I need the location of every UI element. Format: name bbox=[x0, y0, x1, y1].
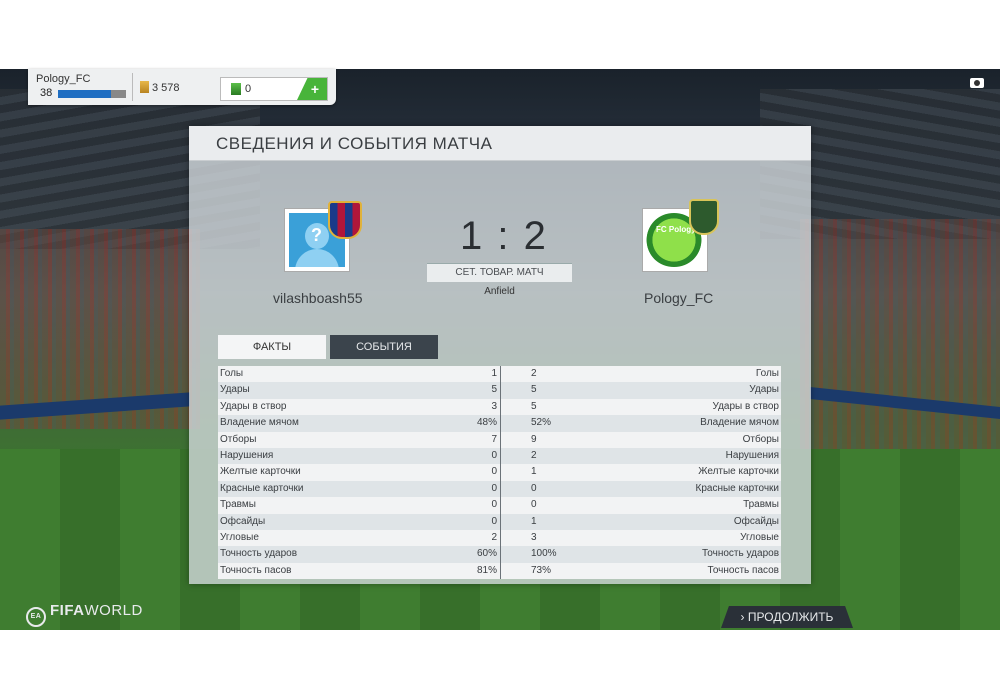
match-type: СЕТ. ТОВАР. МАТЧ bbox=[427, 263, 572, 282]
fc-barcelona-badge-icon bbox=[328, 201, 362, 239]
stat-label-away: Владение мячом bbox=[700, 417, 779, 429]
coins-value: 3 578 bbox=[152, 82, 180, 94]
stat-label-away: Точность ударов bbox=[701, 548, 779, 560]
stat-value-home: 1 bbox=[491, 368, 497, 379]
stat-value-away: 0 bbox=[531, 482, 537, 494]
stat-label-away: Угловые bbox=[740, 532, 779, 543]
stat-label-home: Офсайды bbox=[220, 515, 266, 527]
avatar-body-shape bbox=[295, 249, 339, 267]
match-score: 1 : 2 bbox=[460, 214, 548, 258]
stat-value-away: 2 bbox=[531, 368, 537, 379]
stat-value-home: 81% bbox=[476, 564, 497, 576]
stat-value-away: 1 bbox=[531, 515, 537, 527]
points-value: 0 bbox=[245, 83, 252, 95]
stat-label-home: Красные карточки bbox=[220, 482, 304, 494]
stat-value-home: 0 bbox=[491, 450, 497, 461]
home-team-name: vilashboash55 bbox=[273, 290, 363, 306]
stat-value-away: 2 bbox=[531, 450, 537, 461]
away-team-crest: FC Pology bbox=[642, 199, 719, 272]
panel-header: СВЕДЕНИЯ И СОБЫТИЯ МАТЧА bbox=[189, 126, 811, 161]
home-team-crest: ? bbox=[284, 201, 362, 272]
stat-value-away: 100% bbox=[531, 548, 557, 560]
stat-value-home: 48% bbox=[476, 417, 497, 429]
stat-label-home: Отборы bbox=[220, 433, 257, 445]
coins-display: 3 578 bbox=[140, 81, 180, 94]
stat-label-away: Травмы bbox=[743, 499, 779, 511]
panel-title: СВЕДЕНИЯ И СОБЫТИЯ МАТЧА bbox=[216, 134, 493, 153]
stat-value-home: 60% bbox=[476, 548, 497, 560]
buy-points-button[interactable]: + bbox=[297, 78, 327, 100]
club-badge-icon bbox=[689, 199, 719, 235]
stat-label-away: Нарушения bbox=[725, 450, 779, 461]
points-display: 0 + bbox=[220, 77, 328, 101]
stat-label-away: Точность пасов bbox=[707, 564, 780, 576]
stat-label-home: Точность ударов bbox=[220, 548, 298, 560]
fifa-world-logo: EA FIFAWORLD bbox=[26, 602, 143, 627]
xp-progress-bar bbox=[58, 90, 126, 98]
stat-label-home: Точность пасов bbox=[220, 564, 292, 576]
stat-value-home: 3 bbox=[491, 400, 497, 412]
stat-label-away: Желтые карточки bbox=[698, 466, 779, 478]
match-stats-table: Точность пасов 81% 73% Точность пасов Точнос… bbox=[218, 366, 781, 580]
stadium-name: Anfield bbox=[484, 286, 515, 297]
stat-label-away: Отборы bbox=[742, 433, 779, 445]
stat-value-home: 2 bbox=[491, 532, 497, 543]
tab-events[interactable]: СОБЫТИЯ bbox=[330, 335, 438, 359]
stat-label-home: Нарушения bbox=[220, 450, 274, 461]
tab-facts[interactable]: ФАКТЫ bbox=[218, 335, 326, 359]
stat-label-home: Удары bbox=[220, 384, 250, 396]
stat-value-away: 52% bbox=[531, 417, 552, 429]
stats-divider bbox=[500, 366, 501, 579]
continue-button[interactable]: › ПРОДОЛЖИТЬ bbox=[721, 606, 853, 628]
stat-label-home: Травмы bbox=[220, 499, 256, 511]
stat-label-home: Угловые bbox=[220, 532, 259, 543]
divider bbox=[132, 73, 133, 101]
stat-value-home: 0 bbox=[491, 499, 497, 511]
stat-value-home: 0 bbox=[491, 466, 497, 478]
stat-value-away: 9 bbox=[531, 433, 537, 445]
away-team-name: Pology_FC bbox=[644, 290, 714, 306]
stat-label-away: Красные карточки bbox=[695, 482, 779, 494]
stat-value-away: 5 bbox=[531, 400, 537, 412]
stat-label-home: Желтые карточки bbox=[220, 466, 301, 478]
avatar-question-glyph: ? bbox=[311, 225, 322, 245]
stat-value-away: 3 bbox=[531, 532, 537, 543]
stat-value-away: 73% bbox=[531, 564, 552, 576]
logo-fifa-text: FIFA bbox=[50, 602, 85, 619]
camera-icon[interactable] bbox=[970, 78, 984, 88]
stat-value-away: 1 bbox=[531, 466, 537, 478]
ea-logo-icon: EA bbox=[26, 607, 46, 627]
stat-label-home: Голы bbox=[220, 368, 244, 379]
points-icon bbox=[231, 83, 241, 95]
stat-label-away: Офсайды bbox=[733, 515, 779, 527]
stat-label-away: Удары в створ bbox=[712, 400, 780, 412]
stat-label-away: Голы bbox=[755, 368, 779, 379]
stat-value-home: 7 bbox=[491, 433, 497, 445]
stat-value-away: 0 bbox=[531, 499, 537, 511]
logo-world-text: WORLD bbox=[84, 602, 143, 619]
player-status-bar: Pology_FC 38 3 578 0 + bbox=[28, 69, 336, 105]
match-facts-panel: СВЕДЕНИЯ И СОБЫТИЯ МАТЧА ? FC Pology vil… bbox=[189, 126, 811, 584]
coins-icon bbox=[140, 81, 149, 93]
stat-value-home: 0 bbox=[491, 482, 497, 494]
level-number: 38 bbox=[40, 87, 53, 99]
stat-label-away: Удары bbox=[749, 384, 779, 396]
stat-value-away: 5 bbox=[531, 384, 537, 396]
stat-value-home: 5 bbox=[491, 384, 497, 396]
xp-progress-fill bbox=[58, 90, 112, 98]
stat-label-home: Удары в створ bbox=[220, 400, 287, 412]
stat-label-home: Владение мячом bbox=[220, 417, 299, 429]
stat-value-home: 0 bbox=[491, 515, 497, 527]
club-name: Pology_FC bbox=[36, 73, 91, 85]
